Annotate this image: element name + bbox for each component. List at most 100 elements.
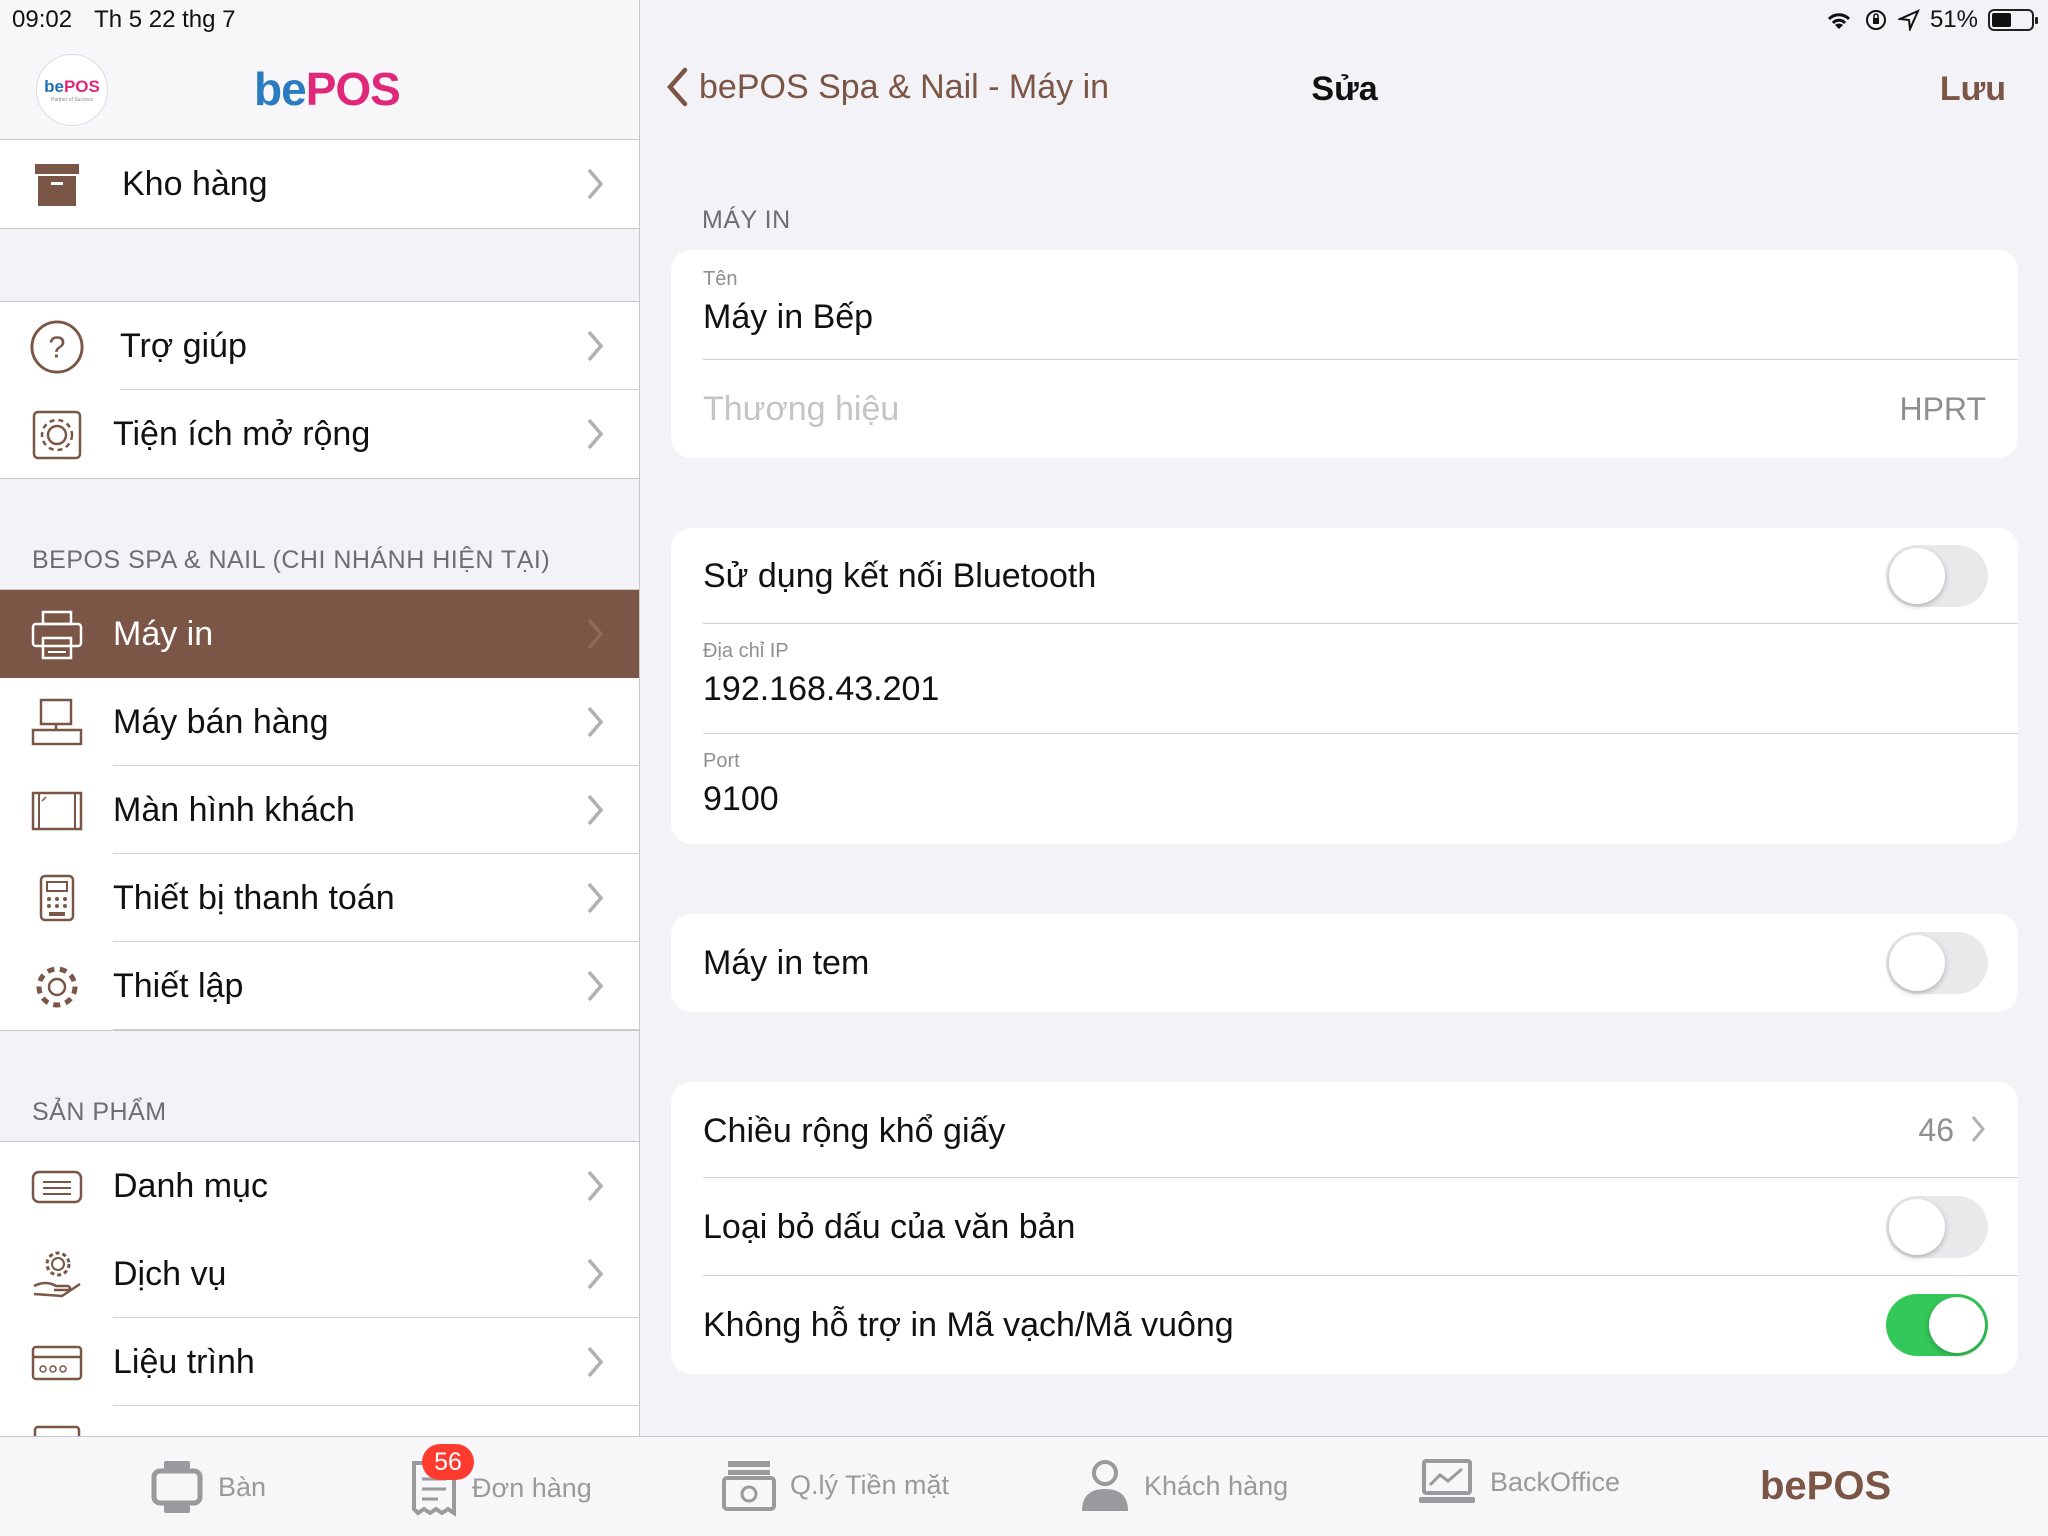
remove-accents-toggle[interactable] [1886, 1196, 1988, 1258]
service-icon [30, 1251, 84, 1298]
tab-brand-logo: bePOS [1760, 1464, 1892, 1508]
tab-label: Q.lý Tiền mặt [790, 1469, 950, 1500]
paper-width-value: 46 [1918, 1112, 1954, 1148]
label-printer-card: Máy in tem [671, 914, 2018, 1012]
sidebar-item-categories[interactable]: Danh mục [0, 1142, 639, 1230]
port-field[interactable]: Port 9100 [671, 734, 2018, 844]
battery-percent: 51% [1929, 6, 1978, 33]
logo-big-pos: POS [305, 63, 401, 115]
sidebar-item-inventory[interactable]: Kho hàng [0, 140, 639, 228]
sidebar-item-label: Trợ giúp [120, 326, 247, 365]
sidebar-item-printer[interactable]: Máy in [0, 590, 639, 678]
orders-badge: 56 [422, 1444, 474, 1480]
printer-brand-placeholder: Thương hiệu [703, 390, 900, 428]
printer-brand-value: HPRT [1899, 391, 1986, 427]
person-icon [1082, 1460, 1128, 1511]
toggle-knob [1929, 1297, 1985, 1353]
save-button[interactable]: Lưu [1940, 70, 2006, 109]
treatment-card-icon [30, 1340, 84, 1386]
remove-accents-label: Loại bỏ dấu của văn bản [703, 1208, 1076, 1246]
print-options-card: Chiều rộng khổ giấy 46 Loại bỏ dấu của v… [671, 1082, 2018, 1374]
no-barcode-toggle[interactable] [1886, 1294, 1988, 1356]
chevron-right-icon [587, 330, 604, 362]
printer-name-field[interactable]: Tên Máy in Bếp [671, 250, 2018, 360]
toggle-knob [1889, 1199, 1945, 1255]
bluetooth-toggle[interactable] [1886, 545, 1988, 607]
chevron-right-icon [1971, 1116, 1985, 1142]
chevron-right-icon [587, 706, 604, 738]
tab-customers[interactable]: Khách hàng [1080, 1459, 1288, 1513]
box-icon [30, 1420, 84, 1436]
label-printer-toggle[interactable] [1886, 932, 1988, 994]
section-header-branch: BEPOS SPA & NAIL (CHI NHÁNH HIỆN TẠI) [0, 479, 639, 589]
paper-width-row[interactable]: Chiều rộng khổ giấy 46 [671, 1082, 2018, 1178]
section-header-printer: MÁY IN [702, 206, 791, 234]
page-title: Sửa [1311, 70, 1378, 108]
tab-label: Khách hàng [1144, 1470, 1289, 1501]
tab-label: BackOffice [1490, 1466, 1621, 1497]
sidebar-item-label: Dịch vụ [113, 1254, 227, 1293]
port-caption: Port [703, 750, 740, 772]
tab-cash-management[interactable]: Q.lý Tiền mặt [722, 1459, 949, 1511]
sidebar-item-payment-device[interactable]: Thiết bị thanh toán [0, 854, 639, 942]
brand-logo: bePOS [254, 62, 401, 116]
sidebar-item-help[interactable]: ? Trợ giúp [0, 302, 639, 390]
label-printer-row: Máy in tem [671, 914, 2018, 1012]
orientation-lock-icon [1865, 10, 1886, 30]
sidebar-item-label: Màn hình khách [113, 790, 355, 829]
printer-brand-field[interactable]: Thương hiệu HPRT [671, 360, 2018, 458]
sidebar-item-settings[interactable]: Thiết lập [0, 942, 639, 1030]
tab-bar: Bàn Đơn hàng Q.lý Tiền mặt Khách hàng Ba… [0, 1436, 2048, 1536]
logo-tagline: Partner of Success [50, 97, 94, 103]
status-bar: 09:02 Th 5 22 thg 7 51% [0, 0, 2048, 40]
sidebar-group-branch: Máy in Máy bán hàng Màn hình khách Thiết… [0, 589, 639, 1031]
section-header-label: SẢN PHẨM [32, 1098, 167, 1126]
laptop-chart-icon [1419, 1459, 1475, 1503]
sidebar: bePOS Partner of Success bePOS Kho hàng … [0, 0, 640, 1436]
printer-name-caption: Tên [703, 268, 738, 290]
tab-backoffice[interactable]: BackOffice [1418, 1459, 1620, 1505]
status-time: 09:02 [12, 6, 73, 33]
connection-card: Sử dụng kết nối Bluetooth Địa chỉ IP 192… [671, 528, 2018, 844]
chevron-right-icon [587, 794, 604, 826]
status-date: Th 5 22 thg 7 [94, 6, 236, 33]
chevron-right-icon [587, 1170, 604, 1202]
sidebar-item-customer-display[interactable]: Màn hình khách [0, 766, 639, 854]
sidebar-item-treatments[interactable]: Liệu trình [0, 1318, 639, 1406]
sidebar-item-extensions[interactable]: Tiện ích mở rộng [0, 390, 639, 478]
logo-small-pos: POS [63, 77, 100, 96]
location-icon [1897, 9, 1920, 31]
no-barcode-row: Không hỗ trợ in Mã vạch/Mã vuông [671, 1276, 2018, 1374]
sidebar-item-partial[interactable] [0, 1406, 639, 1436]
chevron-right-icon [587, 418, 604, 450]
toggle-knob [1889, 935, 1945, 991]
table-icon [151, 1461, 203, 1513]
customer-display-icon [30, 788, 84, 834]
sidebar-group-products: Danh mục Dịch vụ Liệu trình [0, 1141, 639, 1436]
logo-big-be: be [254, 63, 307, 115]
sidebar-item-label: Thiết lập [113, 966, 244, 1005]
ip-address-field[interactable]: Địa chỉ IP 192.168.43.201 [671, 624, 2018, 734]
sidebar-item-label: Liệu trình [113, 1342, 255, 1381]
logo-small-be: be [44, 77, 64, 96]
tab-label: Bàn [218, 1471, 267, 1502]
brand-logo-circle: bePOS Partner of Success [36, 54, 108, 126]
gear-icon [30, 964, 84, 1010]
svg-text:?: ? [48, 330, 65, 365]
printer-icon [30, 610, 84, 660]
sidebar-item-label: Thiết bị thanh toán [113, 878, 395, 917]
bluetooth-row: Sử dụng kết nối Bluetooth [671, 528, 2018, 624]
question-circle-icon: ? [30, 320, 84, 374]
sidebar-item-pos-terminal[interactable]: Máy bán hàng [0, 678, 639, 766]
toggle-knob [1889, 548, 1945, 604]
ip-address-caption: Địa chỉ IP [703, 640, 789, 662]
category-icon [30, 1164, 84, 1210]
sidebar-item-services[interactable]: Dịch vụ [0, 1230, 639, 1318]
sidebar-item-label: Tiện ích mở rộng [113, 414, 371, 453]
sidebar-item-label: Máy bán hàng [113, 702, 329, 741]
gear-box-icon [30, 410, 84, 460]
sidebar-item-label: Danh mục [113, 1166, 268, 1205]
tab-tables[interactable]: Bàn [150, 1459, 266, 1515]
printer-info-card: Tên Máy in Bếp Thương hiệu HPRT [671, 250, 2018, 458]
row-separator [113, 1029, 639, 1030]
